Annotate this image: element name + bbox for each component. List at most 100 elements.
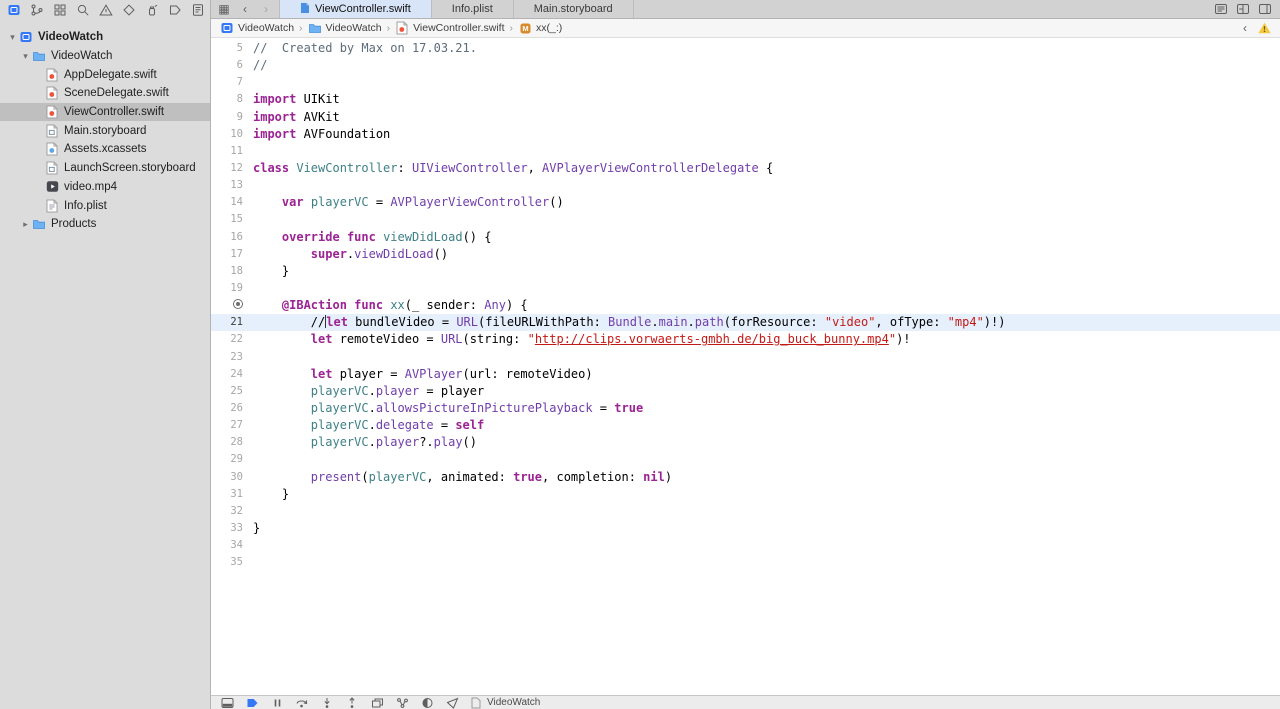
line-number[interactable]: 26 <box>211 400 253 417</box>
breakpoint-navigator-icon[interactable] <box>168 3 182 17</box>
code-line-25[interactable]: 25 playerVC.player = player <box>211 383 1280 400</box>
environment-overrides-icon[interactable] <box>420 697 434 709</box>
line-number[interactable]: 8 <box>211 91 253 108</box>
line-number[interactable]: 7 <box>211 74 253 91</box>
code-line-19[interactable]: 19 <box>211 280 1280 297</box>
code-line-23[interactable]: 23 <box>211 349 1280 366</box>
code-line-27[interactable]: 27 playerVC.delegate = self <box>211 417 1280 434</box>
line-number[interactable]: 24 <box>211 366 253 383</box>
breadcrumb-xx[interactable]: Mxx(_:) <box>518 21 562 35</box>
sidebar-item-main-storyboard[interactable]: Main.storyboard <box>0 121 210 140</box>
line-number[interactable]: 12 <box>211 160 253 177</box>
source-control-navigator-icon[interactable] <box>30 3 44 17</box>
chevron-left-icon[interactable]: ‹ <box>1239 21 1251 35</box>
simulate-location-icon[interactable] <box>445 697 459 709</box>
line-number[interactable]: 32 <box>211 503 253 520</box>
code-line-21[interactable]: 21 //let bundleVideo = URL(fileURLWithPa… <box>211 314 1280 332</box>
line-number[interactable]: 30 <box>211 469 253 486</box>
tab-viewcontroller-swift[interactable]: ViewController.swift <box>279 0 432 18</box>
tab-main-storyboard[interactable]: Main.storyboard <box>514 0 634 18</box>
code-line-34[interactable]: 34 <box>211 537 1280 554</box>
line-number[interactable]: 19 <box>211 280 253 297</box>
issue-navigator-icon[interactable] <box>99 3 113 17</box>
project-navigator-icon[interactable] <box>7 3 21 17</box>
sidebar-item-info-plist[interactable]: Info.plist <box>0 196 210 215</box>
disclosure-triangle[interactable]: ▾ <box>19 51 32 62</box>
sidebar-item-viewcontroller-swift[interactable]: ViewController.swift <box>0 102 210 122</box>
breadcrumb-viewcontroller-swift[interactable]: ViewController.swift <box>395 21 505 35</box>
code-line-33[interactable]: 33} <box>211 520 1280 537</box>
code-line-28[interactable]: 28 playerVC.player?.play() <box>211 434 1280 451</box>
code-line-12[interactable]: 12 class ViewController: UIViewController… <box>211 160 1280 177</box>
view-hierarchy-icon[interactable] <box>370 697 384 709</box>
editor-options-icon[interactable] <box>1214 2 1228 16</box>
code-line-15[interactable]: 15 <box>211 211 1280 228</box>
line-number[interactable]: 29 <box>211 451 253 468</box>
line-number[interactable]: 33 <box>211 520 253 537</box>
sidebar-item-appdelegate-swift[interactable]: AppDelegate.swift <box>0 65 210 84</box>
add-editor-icon[interactable] <box>1236 2 1250 16</box>
breadcrumb-videowatch[interactable]: VideoWatch <box>220 21 294 35</box>
go-forward-icon[interactable]: › <box>260 2 272 16</box>
line-number[interactable]: 28 <box>211 434 253 451</box>
code-line-13[interactable]: 13 <box>211 177 1280 194</box>
code-line-8[interactable]: 8 import UIKit <box>211 91 1280 108</box>
source-editor[interactable]: 5// Created by Max on 17.03.21. 6//7 8 impo… <box>211 38 1280 695</box>
sidebar-item-videowatch[interactable]: ▾ VideoWatch <box>0 28 210 47</box>
breadcrumb-videowatch[interactable]: VideoWatch <box>308 21 382 35</box>
line-number[interactable]: 14 <box>211 194 253 211</box>
line-number[interactable]: 21 <box>211 314 253 331</box>
breakpoints-toggle-icon[interactable] <box>245 697 259 709</box>
warning-icon[interactable] <box>1258 21 1271 35</box>
line-number[interactable]: 27 <box>211 417 253 434</box>
line-number[interactable]: 13 <box>211 177 253 194</box>
line-number[interactable]: 35 <box>211 554 253 571</box>
code-line-17[interactable]: 17 super.viewDidLoad() <box>211 246 1280 263</box>
sidebar-item-videowatch[interactable]: ▾ VideoWatch <box>0 47 210 66</box>
sidebar-item-assets-xcassets[interactable]: Assets.xcassets <box>0 140 210 159</box>
code-line-29[interactable]: 29 <box>211 451 1280 468</box>
code-line-10[interactable]: 10 import AVFoundation <box>211 126 1280 143</box>
disclosure-triangle[interactable]: ▸ <box>19 219 32 230</box>
step-into-icon[interactable] <box>320 697 334 709</box>
sidebar-item-video-mp4[interactable]: video.mp4 <box>0 178 210 197</box>
line-number[interactable]: 16 <box>211 229 253 246</box>
sidebar-item-scenedelegate-swift[interactable]: SceneDelegate.swift <box>0 84 210 103</box>
memory-graph-icon[interactable] <box>395 697 409 709</box>
sidebar-item-products[interactable]: ▸ Products <box>0 215 210 234</box>
code-line-6[interactable]: 6// <box>211 57 1280 74</box>
step-over-icon[interactable] <box>295 697 309 709</box>
code-line-11[interactable]: 11 <box>211 143 1280 160</box>
line-number[interactable]: 25 <box>211 383 253 400</box>
line-number[interactable]: 34 <box>211 537 253 554</box>
line-number[interactable]: 11 <box>211 143 253 160</box>
code-line-22[interactable]: 22 let remoteVideo = URL(string: "http:/… <box>211 331 1280 348</box>
line-number[interactable]: 9 <box>211 109 253 126</box>
line-number[interactable]: 10 <box>211 126 253 143</box>
code-line-14[interactable]: 14 var playerVC = AVPlayerViewController… <box>211 194 1280 211</box>
inspector-toggle-icon[interactable] <box>1258 2 1272 16</box>
code-line-31[interactable]: 31 } <box>211 486 1280 503</box>
step-out-icon[interactable] <box>345 696 359 709</box>
report-navigator-icon[interactable] <box>191 3 205 17</box>
pause-icon[interactable] <box>270 697 284 709</box>
code-line-30[interactable]: 30 present(playerVC, animated: true, com… <box>211 469 1280 486</box>
line-number[interactable]: 23 <box>211 349 253 366</box>
go-back-icon[interactable]: ‹ <box>239 2 251 16</box>
code-line-7[interactable]: 7 <box>211 74 1280 91</box>
line-number[interactable]: 18 <box>211 263 253 280</box>
code-line-35[interactable]: 35 <box>211 554 1280 571</box>
code-line-32[interactable]: 32 <box>211 503 1280 520</box>
code-line-9[interactable]: 9 import AVKit <box>211 109 1280 126</box>
code-line-24[interactable]: 24 let player = AVPlayer(url: remoteVide… <box>211 366 1280 383</box>
line-number[interactable]: 6 <box>211 57 253 74</box>
line-number[interactable]: 17 <box>211 246 253 263</box>
line-number[interactable]: 15 <box>211 211 253 228</box>
ibaction-connection-icon[interactable] <box>233 299 243 310</box>
sidebar-item-launchscreen-storyboard[interactable]: LaunchScreen.storyboard <box>0 159 210 178</box>
line-number[interactable]: 22 <box>211 331 253 348</box>
symbol-navigator-icon[interactable] <box>53 3 67 17</box>
code-line-16[interactable]: 16 override func viewDidLoad() { <box>211 229 1280 246</box>
line-number[interactable]: 5 <box>211 40 253 57</box>
line-number[interactable]: 31 <box>211 486 253 503</box>
